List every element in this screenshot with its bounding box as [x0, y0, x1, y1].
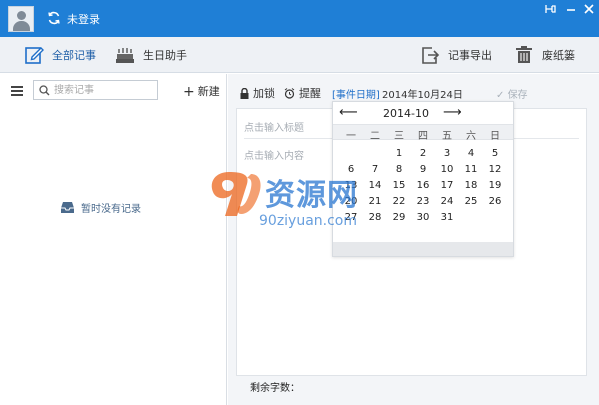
calendar-day[interactable]: 31 [435, 210, 459, 226]
save-label: 保存 [507, 90, 528, 101]
search-icon [39, 85, 50, 96]
cake-icon [116, 48, 134, 63]
weekday-label: 一 [346, 131, 356, 142]
date-picker-footer [333, 242, 513, 256]
calendar-day[interactable]: 18 [459, 178, 483, 194]
calendar-day[interactable]: 13 [339, 178, 363, 194]
calendar-day[interactable]: 19 [483, 178, 507, 194]
calendar-day[interactable]: 7 [363, 162, 387, 178]
close-icon[interactable] [580, 2, 598, 16]
date-picker-header: ⟵ 2014-10 ⟶ [333, 102, 513, 124]
calendar-day[interactable]: 15 [387, 178, 411, 194]
weekday-row: 一 二 三 四 五 六 日 [333, 124, 513, 142]
lock-label: 加锁 [253, 87, 275, 100]
weekday-label: 四 [418, 131, 428, 142]
birthday-label: 生日助手 [143, 49, 187, 62]
event-date-value[interactable]: 2014年10月24日 [382, 86, 463, 101]
export-button[interactable]: 记事导出 [420, 37, 492, 73]
calendar-day[interactable]: 21 [363, 194, 387, 210]
calendar-day[interactable]: 27 [339, 210, 363, 226]
avatar[interactable] [8, 6, 34, 32]
new-note-label: 新建 [197, 85, 220, 98]
main-toolbar: 全部记事 生日助手 记事导出 废纸篓 [0, 37, 599, 73]
remind-label: 提醒 [299, 87, 321, 100]
calendar-day[interactable]: 4 [459, 146, 483, 162]
calendar-day[interactable]: 3 [435, 146, 459, 162]
calendar-days: 1 2 3 4 5 6 7 8 9 10 11 12 13 14 15 16 1… [333, 142, 513, 242]
calendar-day[interactable]: 26 [483, 194, 507, 210]
alarm-icon [284, 87, 295, 99]
all-notes-label: 全部记事 [52, 49, 96, 62]
remaining-chars-label: 剩余字数： [250, 383, 300, 394]
calendar-day[interactable]: 8 [387, 162, 411, 178]
calendar-day[interactable]: 25 [459, 194, 483, 210]
calendar-day[interactable]: 20 [339, 194, 363, 210]
calendar-day[interactable]: 23 [411, 194, 435, 210]
calendar-day[interactable]: 1 [387, 146, 411, 162]
all-notes-button[interactable]: 全部记事 [24, 37, 96, 73]
next-month-button[interactable]: ⟶ [443, 105, 462, 120]
calendar-day[interactable]: 22 [387, 194, 411, 210]
check-icon: ✓ [496, 90, 508, 101]
search-input[interactable] [54, 82, 154, 98]
birthday-button[interactable]: 生日助手 [115, 37, 187, 73]
trash-label: 废纸篓 [542, 49, 575, 62]
calendar-day[interactable]: 9 [411, 162, 435, 178]
empty-state: 暂时没有记录 [60, 200, 141, 215]
calendar-day[interactable]: 10 [435, 162, 459, 178]
title-bar: 未登录 [0, 0, 599, 37]
calendar-day[interactable]: 14 [363, 178, 387, 194]
calendar-day[interactable]: 28 [363, 210, 387, 226]
weekday-label: 三 [394, 131, 404, 142]
event-date-tag[interactable]: [事件日期] [332, 86, 380, 101]
calendar-day[interactable]: 12 [483, 162, 507, 178]
calendar-day[interactable]: 5 [483, 146, 507, 162]
weekday-label: 日 [490, 131, 500, 142]
new-note-button[interactable]: + 新建 [183, 83, 220, 100]
weekday-label: 二 [370, 131, 380, 142]
calendar-day[interactable]: 16 [411, 178, 435, 194]
save-button[interactable]: ✓ 保存 [496, 86, 528, 101]
calendar-day[interactable]: 30 [411, 210, 435, 226]
prev-month-button[interactable]: ⟵ [339, 105, 358, 120]
pin-icon[interactable] [543, 2, 561, 16]
login-status[interactable]: 未登录 [67, 11, 100, 27]
search-box[interactable] [33, 80, 158, 100]
export-icon [422, 47, 440, 64]
calendar-day[interactable]: 6 [339, 162, 363, 178]
edit-note-icon [25, 47, 44, 64]
date-picker: ⟵ 2014-10 ⟶ 一 二 三 四 五 六 日 1 2 3 4 5 6 7 … [332, 101, 514, 257]
trash-icon [516, 46, 532, 63]
export-label: 记事导出 [448, 49, 492, 62]
weekday-label: 六 [466, 131, 476, 142]
calendar-day[interactable]: 29 [387, 210, 411, 226]
remind-button[interactable]: 提醒 [284, 85, 321, 101]
notes-list-pane: +新建 暂时没有记录 [0, 74, 227, 405]
sync-icon[interactable] [47, 11, 61, 25]
minimize-icon[interactable] [562, 2, 580, 16]
calendar-day[interactable]: 11 [459, 162, 483, 178]
calendar-day[interactable]: 2 [411, 146, 435, 162]
trash-button[interactable]: 废纸篓 [514, 37, 575, 73]
lock-icon [240, 87, 249, 99]
notes-list-header: +新建 [0, 74, 227, 108]
empty-label: 暂时没有记录 [81, 204, 141, 215]
current-month: 2014-10 [383, 107, 429, 120]
lock-button[interactable]: 加锁 [240, 85, 275, 101]
menu-icon[interactable] [11, 86, 23, 96]
plus-icon: + [183, 84, 195, 100]
weekday-label: 五 [442, 131, 452, 142]
calendar-day[interactable]: 17 [435, 178, 459, 194]
calendar-day[interactable]: 24 [435, 194, 459, 210]
inbox-icon [61, 202, 74, 213]
